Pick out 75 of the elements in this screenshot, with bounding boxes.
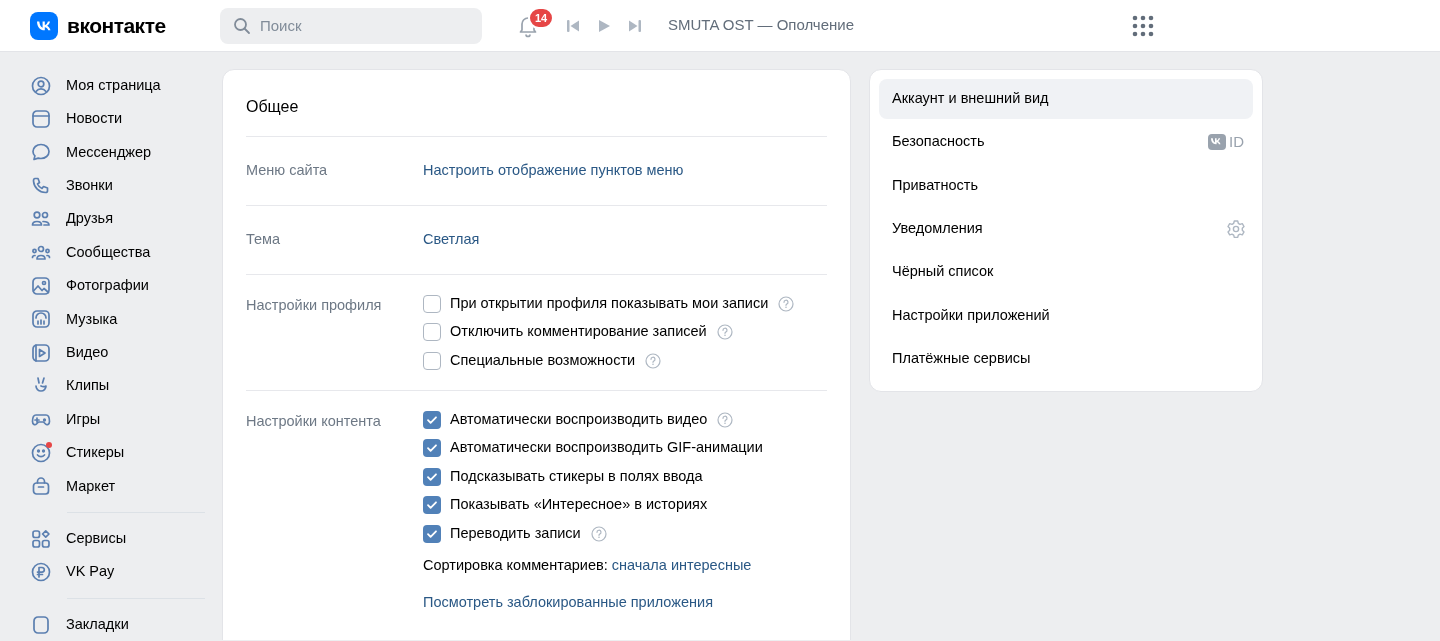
- search-icon: [233, 16, 251, 35]
- smiley-icon: [31, 443, 51, 463]
- checkbox-label: Автоматически воспроизводить видео: [450, 409, 708, 429]
- checkbox[interactable]: [423, 496, 441, 514]
- settings-icon[interactable]: [1226, 218, 1246, 239]
- check-icon: [426, 499, 438, 511]
- sidebar-item[interactable]: Друзья: [30, 202, 205, 236]
- logo-text[interactable]: вконтакте: [67, 9, 166, 42]
- sidebar-item[interactable]: Музыка: [30, 302, 205, 337]
- help-icon[interactable]: [645, 352, 662, 369]
- setting-label: Меню сайта: [246, 161, 329, 180]
- logo-icon[interactable]: [30, 11, 58, 40]
- sidebar-item[interactable]: Игры: [30, 402, 205, 437]
- checkbox-label: Подсказывать стикеры в полях ввода: [450, 466, 703, 486]
- setting-label: Настройки контента: [246, 411, 382, 431]
- checkbox-label: Показывать «Интересное» в историях: [450, 495, 708, 515]
- sort-label: Сортировка комментариев:: [423, 556, 608, 575]
- checkbox[interactable]: [423, 294, 441, 313]
- checkbox[interactable]: [423, 351, 441, 370]
- checkbox[interactable]: [423, 524, 441, 543]
- shopping-bag-icon: [31, 476, 51, 497]
- help-icon[interactable]: [778, 295, 795, 312]
- ruble-coin-icon: [31, 562, 51, 583]
- checkbox[interactable]: [423, 410, 441, 429]
- setting-link[interactable]: Настроить отображение пунктов меню: [423, 160, 684, 182]
- checkbox-label: Специальные возможности: [450, 350, 636, 370]
- checkbox-label: При открытии профиля показывать мои записи: [450, 293, 769, 313]
- search-field[interactable]: Поиск: [220, 7, 482, 44]
- speech-bubble-icon: [31, 142, 51, 163]
- sidebar-item[interactable]: Стикеры: [30, 436, 205, 470]
- checkbox-label: Автоматически воспроизводить GIF-анимации: [450, 438, 763, 458]
- sort-link[interactable]: сначала интересные: [611, 555, 752, 577]
- image-icon: [31, 276, 51, 297]
- apps-grid-icon[interactable]: [1132, 14, 1154, 37]
- previous-track-icon[interactable]: [566, 18, 580, 33]
- sidebar-item[interactable]: VK Pay: [30, 555, 205, 589]
- check-icon: [426, 442, 438, 454]
- notification-badge: 14: [528, 6, 555, 29]
- music-icon: [31, 309, 51, 330]
- setting-label: Тема: [246, 229, 282, 249]
- sidebar-item[interactable]: Мессенджер: [30, 135, 205, 170]
- checkbox[interactable]: [423, 323, 441, 341]
- user-circle-icon: [31, 75, 51, 96]
- play-icon[interactable]: [597, 18, 611, 33]
- sidebar-item[interactable]: Сообщества: [30, 235, 205, 270]
- sidebar-item[interactable]: Новости: [30, 102, 205, 136]
- blocked-apps-link[interactable]: Посмотреть заблокированные приложения: [423, 592, 763, 614]
- id-label: ID: [1229, 132, 1244, 153]
- sidebar-item[interactable]: Звонки: [30, 169, 205, 203]
- sidebar-item[interactable]: Клипы: [30, 369, 205, 403]
- services-grid-icon: [31, 528, 51, 549]
- sidebar-item[interactable]: Закладки: [30, 607, 205, 640]
- sidebar-item[interactable]: Видео: [30, 336, 205, 370]
- checkbox-label: Отключить комментирование записей: [450, 322, 707, 342]
- checkbox-label: Переводить записи: [450, 523, 581, 543]
- setting-link[interactable]: Светлая: [423, 228, 480, 251]
- play-video-icon: [31, 342, 51, 363]
- settings-menu-item[interactable]: Аккаунт и внешний вид: [879, 79, 1253, 119]
- help-icon[interactable]: [590, 525, 607, 542]
- sidebar-item[interactable]: Маркет: [30, 469, 205, 504]
- vk-logo-icon: [1208, 134, 1226, 151]
- phone-icon: [31, 175, 51, 196]
- next-track-icon[interactable]: [628, 18, 642, 33]
- setting-label: Настройки профиля: [246, 295, 383, 315]
- help-icon[interactable]: [716, 324, 733, 340]
- sidebar-item[interactable]: Сервисы: [30, 522, 205, 556]
- checkbox[interactable]: [423, 467, 441, 486]
- checkbox[interactable]: [423, 439, 441, 457]
- sidebar-item[interactable]: Моя страница: [30, 69, 205, 103]
- section-title: Общее: [246, 70, 827, 137]
- newspaper-icon: [31, 109, 51, 130]
- now-playing-track[interactable]: SMUTA OST — Ополчение: [668, 14, 854, 37]
- sidebar-item[interactable]: Фотографии: [30, 269, 205, 303]
- bookmark-icon: [31, 614, 51, 635]
- help-icon[interactable]: [717, 411, 734, 428]
